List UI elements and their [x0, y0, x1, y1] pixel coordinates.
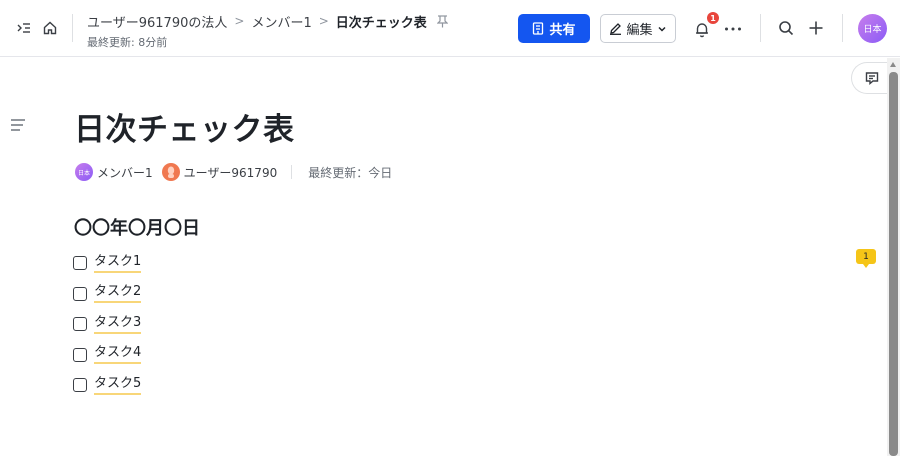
document-updated-text: 最終更新：今日 [308, 165, 393, 180]
notification-badge: 1 [707, 12, 719, 24]
divider [760, 14, 761, 42]
chevron-down-icon [657, 26, 666, 32]
inline-comment-marker[interactable]: 1 [856, 249, 876, 268]
task-checkbox[interactable] [73, 347, 87, 362]
chevron-right-icon: > [318, 14, 329, 28]
scrollbar[interactable] [887, 58, 900, 456]
scroll-up-arrow-icon[interactable] [890, 62, 896, 67]
task-item: タスク1 [73, 248, 142, 279]
top-bar: ユーザー961790の法人 > メンバー1 > 日次チェック表 最終更新: 8分… [0, 0, 900, 57]
divider [291, 165, 293, 179]
task-item: タスク3 [73, 309, 142, 340]
breadcrumb-folder[interactable]: メンバー1 [251, 12, 311, 31]
breadcrumb-current-doc[interactable]: 日次チェック表 [336, 12, 427, 31]
divider [72, 14, 73, 42]
collaborator-avatar[interactable] [161, 163, 180, 181]
collaborator-name[interactable]: ユーザー961790 [184, 164, 278, 181]
breadcrumb: ユーザー961790の法人 > メンバー1 > 日次チェック表 [87, 12, 448, 31]
task-checkbox[interactable] [73, 286, 87, 301]
edit-label: 編集 [626, 23, 653, 38]
document-title[interactable]: 日次チェック表 [74, 104, 295, 149]
date-heading[interactable]: 〇〇年〇月〇日 [74, 214, 200, 240]
user-icon [167, 166, 174, 178]
owner-avatar[interactable]: 日本 [75, 163, 93, 181]
divider [842, 14, 843, 42]
outline-icon[interactable] [9, 116, 27, 134]
task-list: タスク1 タスク2 タスク3 タスク4 タスク5 [73, 248, 142, 401]
task-label[interactable]: タスク5 [94, 376, 142, 395]
plus-icon[interactable] [805, 17, 827, 39]
document-meta: 日本 メンバー1 ユーザー961790 最終更新：今日 [75, 162, 392, 182]
breadcrumb-workspace[interactable]: ユーザー961790の法人 [87, 12, 227, 31]
edit-mode-button[interactable]: 編集 [600, 14, 676, 43]
task-label[interactable]: タスク1 [94, 254, 142, 273]
task-item: タスク4 [73, 340, 142, 371]
task-checkbox[interactable] [73, 256, 87, 271]
scrollbar-thumb[interactable] [889, 72, 898, 456]
expand-sidebar-icon[interactable] [13, 17, 35, 39]
pin-icon[interactable] [436, 14, 448, 28]
task-checkbox[interactable] [73, 378, 87, 393]
comment-icon [865, 72, 879, 85]
pencil-icon [610, 23, 622, 35]
owner-name[interactable]: メンバー1 [97, 164, 153, 181]
share-label: 共有 [549, 23, 576, 38]
more-icon[interactable] [722, 18, 744, 40]
share-button[interactable]: 共有 [518, 14, 590, 43]
task-label[interactable]: タスク2 [94, 284, 142, 304]
search-icon[interactable] [775, 17, 797, 39]
chevron-right-icon: > [234, 14, 245, 28]
task-item: タスク5 [73, 370, 142, 401]
last-updated-text: 最終更新: 8分前 [87, 36, 168, 49]
user-avatar[interactable]: 日本 [858, 14, 887, 43]
task-item: タスク2 [73, 279, 142, 310]
task-checkbox[interactable] [73, 317, 87, 332]
task-label[interactable]: タスク3 [94, 315, 142, 334]
task-label[interactable]: タスク4 [94, 345, 142, 365]
home-icon[interactable] [39, 17, 61, 39]
share-doc-icon [533, 22, 544, 35]
